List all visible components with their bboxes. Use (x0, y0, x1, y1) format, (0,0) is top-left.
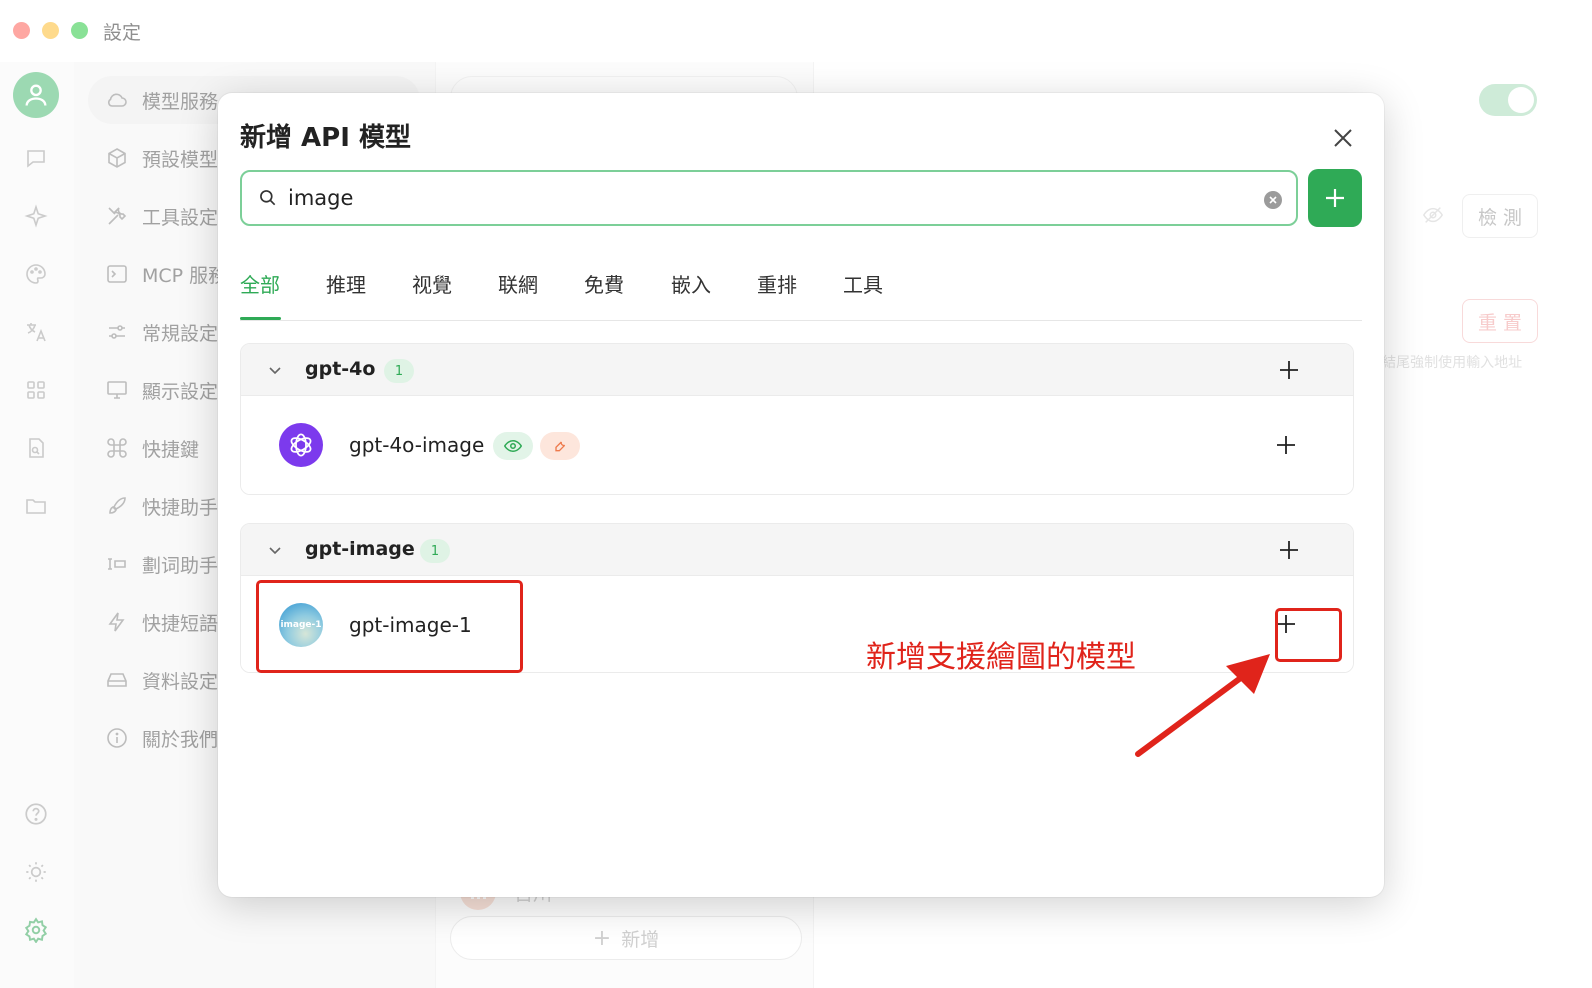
tab-rerank[interactable]: 重排 (757, 269, 797, 298)
tab-embedding[interactable]: 嵌入 (671, 269, 711, 298)
plus-icon (1326, 189, 1344, 207)
openai-icon (279, 423, 323, 467)
group-name: gpt-image (305, 538, 415, 560)
tab-vision[interactable]: 视覺 (412, 269, 452, 298)
search-icon (260, 190, 276, 206)
tab-reasoning[interactable]: 推理 (326, 269, 366, 298)
tab-tools[interactable]: 工具 (843, 269, 883, 298)
add-model-plus-icon[interactable] (1275, 434, 1297, 456)
model-name: gpt-4o-image (349, 433, 485, 457)
group-header[interactable]: gpt-4o 1 (241, 344, 1353, 396)
add-api-model-dialog: 新增 API 模型 全部 推理 视覺 联網 免費 嵌入 重排 工具 gpt-4o… (218, 93, 1384, 897)
add-group-plus-icon[interactable] (1278, 539, 1300, 561)
tab-web[interactable]: 联網 (498, 269, 538, 298)
wrench-icon (540, 432, 580, 460)
model-filter-tabs: 全部 推理 视覺 联網 免費 嵌入 重排 工具 (240, 263, 1362, 321)
group-count-badge: 1 (384, 359, 414, 383)
tab-all[interactable]: 全部 (240, 269, 280, 298)
model-search-input[interactable] (288, 186, 1228, 210)
highlight-model-box (256, 580, 523, 673)
chevron-down-icon[interactable] (267, 542, 283, 558)
group-name: gpt-4o (305, 358, 376, 380)
annotation-arrow-icon (1135, 654, 1270, 757)
annotation-text: 新增支援繪圖的模型 (866, 640, 1136, 675)
group-count-badge: 1 (420, 539, 450, 563)
active-tab-indicator (240, 317, 281, 320)
group-header[interactable]: gpt-image 1 (241, 524, 1353, 576)
add-group-plus-icon[interactable] (1278, 359, 1300, 381)
close-icon (1334, 129, 1352, 147)
chevron-down-icon[interactable] (267, 362, 283, 378)
close-dialog-button[interactable] (1330, 125, 1356, 151)
clear-search-icon[interactable] (1264, 191, 1282, 209)
dialog-title: 新增 API 模型 (240, 123, 411, 153)
model-group-gpt-4o: gpt-4o 1 gpt-4o-image (240, 343, 1354, 495)
model-row: gpt-4o-image (241, 396, 1353, 494)
highlight-plus-box (1275, 608, 1342, 662)
add-custom-model-button[interactable] (1308, 169, 1362, 227)
model-search-box[interactable] (240, 170, 1298, 226)
eye-icon (493, 432, 533, 460)
tab-free[interactable]: 免費 (584, 269, 624, 298)
